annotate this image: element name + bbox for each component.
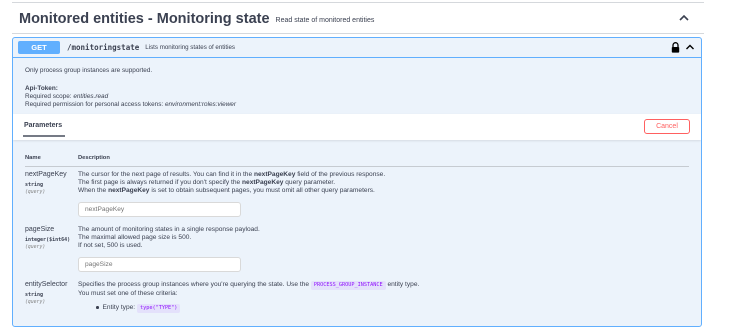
parameter-description: The amount of monitoring states in a sin… — [78, 226, 260, 249]
parameter-row: pageSize integer($int64) (query) The amo… — [25, 226, 689, 276]
column-description: Description — [78, 155, 110, 161]
column-name: Name — [25, 155, 41, 161]
required-scope: Required scope: entities.read — [25, 93, 109, 100]
parameter-type: string — [25, 292, 44, 298]
cancel-button[interactable]: Cancel — [644, 119, 690, 134]
parameter-location: (query) — [25, 300, 46, 305]
parameter-row: entitySelector string (query) Specifies … — [25, 281, 689, 326]
section-header[interactable]: Monitored entities - Monitoring state Re… — [12, 5, 704, 34]
parameter-type: string — [25, 182, 44, 188]
section-description: Read state of monitored entities — [275, 17, 375, 24]
tab-parameters[interactable]: Parameters — [24, 122, 62, 129]
parameter-location: (query) — [25, 245, 46, 250]
parameter-row: nextPageKey string (query) The cursor fo… — [25, 171, 689, 223]
lock-icon[interactable] — [671, 42, 680, 53]
page-size-input[interactable]: pageSize — [78, 257, 241, 272]
method-badge: GET — [18, 41, 60, 54]
operation-block: GET /monitoringstate Lists monitoring st… — [12, 37, 702, 327]
parameter-type: integer($int64) — [25, 237, 71, 243]
chevron-up-icon[interactable] — [685, 42, 695, 52]
operation-path: /monitoringstate — [67, 43, 140, 52]
description-text: Only process group instances are support… — [25, 67, 153, 74]
chevron-up-icon[interactable] — [678, 12, 690, 24]
code-chip: PROCESS_GROUP_INSTANCE — [310, 281, 386, 290]
operation-summary-text: Lists monitoring states of entities — [145, 44, 236, 51]
parameter-name: entitySelector — [25, 281, 68, 288]
tab-underline — [23, 135, 65, 137]
required-permission: Required permission for personal access … — [25, 101, 236, 108]
next-page-key-input[interactable]: nextPageKey — [78, 202, 241, 217]
parameters-header: Parameters Cancel — [13, 114, 701, 140]
parameter-description: The cursor for the next page of results.… — [78, 171, 386, 194]
operation-summary[interactable]: GET /monitoringstate Lists monitoring st… — [13, 38, 701, 58]
top-divider — [12, 2, 704, 3]
parameter-description: Specifies the process group instances wh… — [78, 281, 420, 313]
section-title: Monitored entities - Monitoring state — [19, 11, 270, 27]
parameter-name: pageSize — [25, 226, 55, 233]
operation-description: Only process group instances are support… — [13, 58, 701, 109]
parameter-location: (query) — [25, 190, 46, 195]
parameters-table-header: Name Description — [25, 152, 689, 167]
bullet-icon — [96, 306, 99, 309]
api-token-label: Api-Token: — [25, 85, 58, 92]
parameter-name: nextPageKey — [25, 171, 67, 178]
